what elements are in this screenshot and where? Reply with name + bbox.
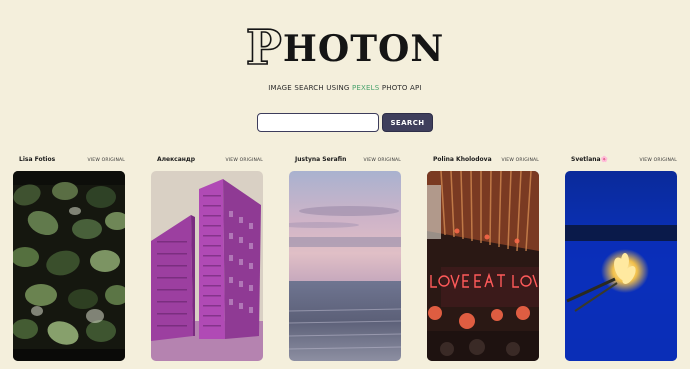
photo-card: Svetlana🌸 VIEW ORIGINAL <box>565 155 681 365</box>
app-logo: PHOTON <box>0 23 690 73</box>
photographer-name: Александр <box>157 156 196 163</box>
photographer-name: Svetlana🌸 <box>571 156 609 163</box>
view-original-link[interactable]: VIEW ORIGINAL <box>88 158 126 163</box>
tagline-suffix: PHOTO API <box>379 84 422 92</box>
photo-card: Александр VIEW ORIGINAL <box>151 155 267 365</box>
photo-thumbnail[interactable] <box>289 171 401 361</box>
photo-card: Polina Kholodova VIEW ORIGINAL <box>427 155 543 365</box>
photo-thumbnail[interactable] <box>13 171 125 361</box>
photographer-name: Polina Kholodova <box>433 156 492 163</box>
photo-card: Lisa Fotios VIEW ORIGINAL <box>13 155 129 365</box>
photographer-name: Lisa Fotios <box>19 156 56 163</box>
logo-text: HOTON <box>282 28 445 70</box>
logo-initial: P <box>245 20 283 76</box>
photo-card: Justyna Serafin VIEW ORIGINAL <box>289 155 405 365</box>
search-button[interactable]: SEARCH <box>382 113 433 132</box>
view-original-link[interactable]: VIEW ORIGINAL <box>502 158 540 163</box>
photo-thumbnail[interactable] <box>151 171 263 361</box>
photographer-name: Justyna Serafin <box>295 156 347 163</box>
view-original-link[interactable]: VIEW ORIGINAL <box>226 158 264 163</box>
photo-thumbnail[interactable] <box>427 171 539 361</box>
tagline: IMAGE SEARCH USING PEXELS PHOTO API <box>0 84 690 92</box>
tagline-text: IMAGE SEARCH USING <box>268 84 352 92</box>
photo-thumbnail[interactable] <box>565 171 677 361</box>
view-original-link[interactable]: VIEW ORIGINAL <box>364 158 402 163</box>
search-input[interactable] <box>257 113 379 132</box>
view-original-link[interactable]: VIEW ORIGINAL <box>640 158 678 163</box>
pexels-link[interactable]: PEXELS <box>352 84 379 92</box>
